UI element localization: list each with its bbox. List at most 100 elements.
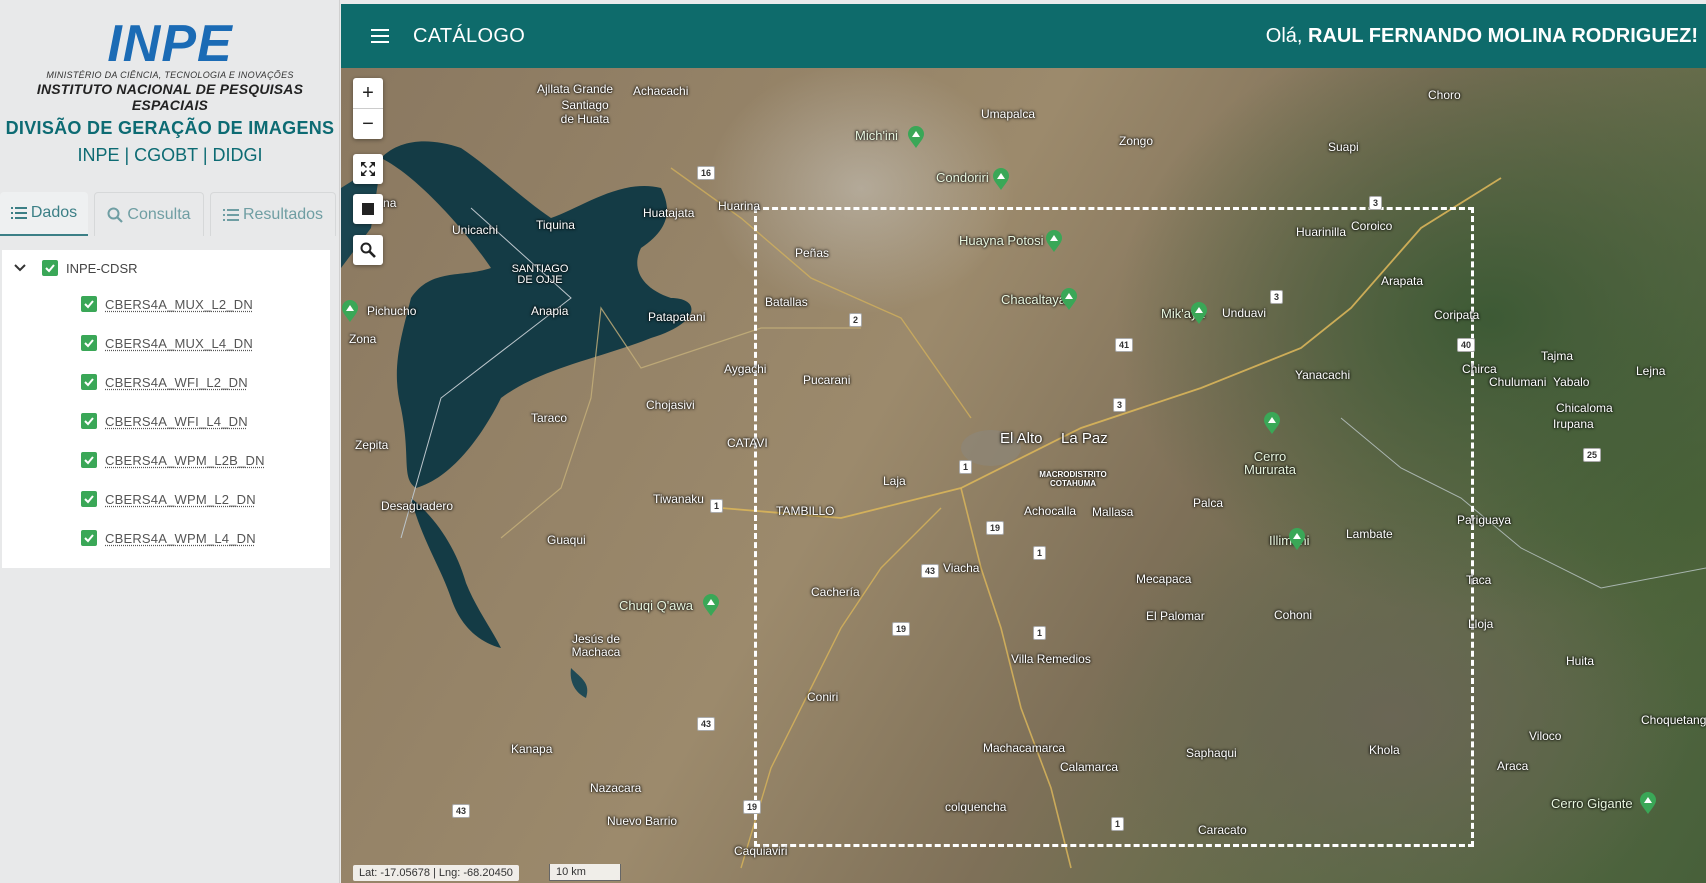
map-label: Coniri — [807, 690, 839, 704]
tab-consulta[interactable]: Consulta — [94, 192, 204, 236]
road-shield: 2 — [849, 313, 863, 327]
road-shield: 3 — [1270, 290, 1284, 304]
road-shield: 43 — [452, 804, 471, 818]
inpe-logo: INPE MINISTÉRIO DA CIÊNCIA, TECNOLOGIA E… — [0, 18, 340, 113]
mountain-pin-icon[interactable] — [1190, 302, 1208, 324]
road-shield: 41 — [1115, 338, 1134, 352]
map-label: Nuevo Barrio — [607, 814, 678, 828]
tree-item-label[interactable]: CBERS4A_WPM_L4_DN — [105, 531, 256, 546]
road-shield: 1 — [1111, 817, 1125, 831]
tree-item[interactable]: CBERS4A_WFI_L4_DN — [81, 413, 248, 429]
tree-root[interactable]: INPE-CDSR — [12, 260, 138, 276]
zoom-out-button[interactable]: − — [353, 108, 383, 139]
map-label: Patapatani — [648, 310, 706, 324]
map-label: Choro — [1428, 88, 1461, 102]
map-label: Chuqi Q'awa — [619, 598, 694, 613]
map-label: Laja — [883, 474, 906, 488]
mountain-pin-icon[interactable] — [992, 168, 1010, 190]
road-shield: 3 — [1369, 196, 1383, 210]
tree-item-label[interactable]: CBERS4A_MUX_L4_DN — [105, 336, 253, 351]
checkbox-checked[interactable] — [81, 491, 97, 507]
mountain-pin-icon[interactable] — [1263, 412, 1281, 434]
tree-item-label[interactable]: CBERS4A_WPM_L2_DN — [105, 492, 256, 507]
map-label: Huayna Potosi — [959, 233, 1044, 248]
map-label: Saphaqui — [1186, 746, 1237, 760]
search-icon — [107, 207, 124, 223]
map-label: Calamarca — [1060, 760, 1119, 774]
map-label: Lambate — [1346, 527, 1393, 541]
greeting-text: Olá, — [1265, 24, 1303, 47]
mountain-pin-icon[interactable] — [1288, 528, 1306, 550]
checkbox-checked[interactable] — [81, 374, 97, 390]
map-label: Pichucho — [367, 304, 417, 318]
mountain-pin-icon[interactable] — [702, 594, 720, 616]
tab-resultados[interactable]: Resultados — [210, 192, 336, 236]
mountain-pin-icon[interactable] — [1639, 792, 1657, 814]
map-label: Zepita — [355, 438, 389, 452]
page-title: CATÁLOGO — [413, 24, 526, 47]
tree-item-label[interactable]: CBERS4A_WFI_L4_DN — [105, 414, 248, 429]
checkbox-checked[interactable] — [81, 530, 97, 546]
satellite-map[interactable]: Ajllata Grande Achacachi Santiago de Hua… — [341, 68, 1706, 883]
map-label: Caquiaviri — [734, 844, 788, 858]
tree-item[interactable]: CBERS4A_MUX_L2_DN — [81, 296, 253, 312]
map-label: Coripata — [1434, 308, 1480, 322]
coordinates-readout: Lat: -17.05678 | Lng: -68.20450 — [353, 865, 519, 881]
map-label: Unduavi — [1222, 306, 1267, 320]
list-icon — [10, 207, 27, 219]
checkbox-checked[interactable] — [81, 452, 97, 468]
map-label: Machacamarca — [983, 741, 1066, 755]
map-label: Tiquina — [536, 218, 575, 232]
checkbox-checked[interactable] — [81, 413, 97, 429]
map-label: Santiago de Huata — [560, 98, 610, 126]
map-search-button[interactable] — [353, 235, 383, 265]
map-label: Umapalca — [981, 107, 1036, 121]
search-icon — [360, 242, 376, 258]
map-label: Cohoni — [1274, 608, 1313, 622]
sidebar-tabs: Dados Consulta Resultados — [0, 192, 340, 238]
map-label: Condoriri — [936, 170, 989, 185]
map-label: Coroico — [1351, 219, 1393, 233]
road-shield: 3 — [1113, 398, 1127, 412]
map-label: Mecapaca — [1136, 572, 1192, 586]
draw-rectangle-button[interactable] — [353, 194, 383, 224]
mountain-pin-icon[interactable] — [1045, 230, 1063, 252]
map-label: Irupana — [1553, 417, 1594, 431]
map-label: El Palomar — [1146, 609, 1205, 623]
tab-dados[interactable]: Dados — [0, 192, 88, 236]
road-shield: 25 — [1583, 448, 1602, 462]
zoom-in-button[interactable]: + — [353, 78, 383, 108]
map-label: Villa Remedios — [1011, 652, 1091, 666]
user-name[interactable]: RAUL FERNANDO MOLINA RODRIGUEZ! — [1308, 25, 1698, 47]
map-label: Batallas — [765, 295, 808, 309]
tree-item-label[interactable]: CBERS4A_MUX_L2_DN — [105, 297, 253, 312]
map-label: Viacha — [943, 561, 980, 575]
checkbox-checked[interactable] — [42, 260, 58, 276]
tree-item[interactable]: CBERS4A_WPM_L2B_DN — [81, 452, 265, 468]
tree-item[interactable]: CBERS4A_MUX_L4_DN — [81, 335, 253, 351]
mountain-pin-icon[interactable] — [907, 126, 925, 148]
collection-tree: INPE-CDSR CBERS4A_MUX_L2_DN CBERS4A_MUX_… — [2, 250, 330, 568]
tree-item-label[interactable]: CBERS4A_WPM_L2B_DN — [105, 453, 265, 468]
scale-bar: 10 km — [549, 864, 621, 881]
fullscreen-button[interactable] — [353, 154, 383, 184]
logo-ministry: MINISTÉRIO DA CIÊNCIA, TECNOLOGIA E INOV… — [46, 70, 294, 80]
map-label: Zona — [349, 332, 377, 346]
checkbox-checked[interactable] — [81, 335, 97, 351]
mountain-pin-icon[interactable] — [1060, 288, 1078, 310]
tree-item[interactable]: CBERS4A_WFI_L2_DN — [81, 374, 248, 390]
map-label: Guaqui — [547, 533, 586, 547]
tree-item[interactable]: CBERS4A_WPM_L4_DN — [81, 530, 256, 546]
map-label: SANTIAGO DE OJJE — [511, 263, 569, 286]
square-icon — [362, 203, 374, 215]
hamburger-menu-icon[interactable] — [369, 27, 391, 45]
chevron-down-icon[interactable] — [12, 260, 28, 276]
map-label: TAMBILLO — [776, 504, 835, 518]
tree-item-label[interactable]: CBERS4A_WFI_L2_DN — [105, 375, 248, 390]
checkbox-checked[interactable] — [81, 296, 97, 312]
map-label: MACRODISTRITO COTAHUMA — [1039, 470, 1107, 488]
list-icon — [222, 208, 239, 221]
fullscreen-icon — [361, 162, 375, 176]
mountain-pin-icon[interactable] — [341, 300, 359, 322]
tree-item[interactable]: CBERS4A_WPM_L2_DN — [81, 491, 256, 507]
